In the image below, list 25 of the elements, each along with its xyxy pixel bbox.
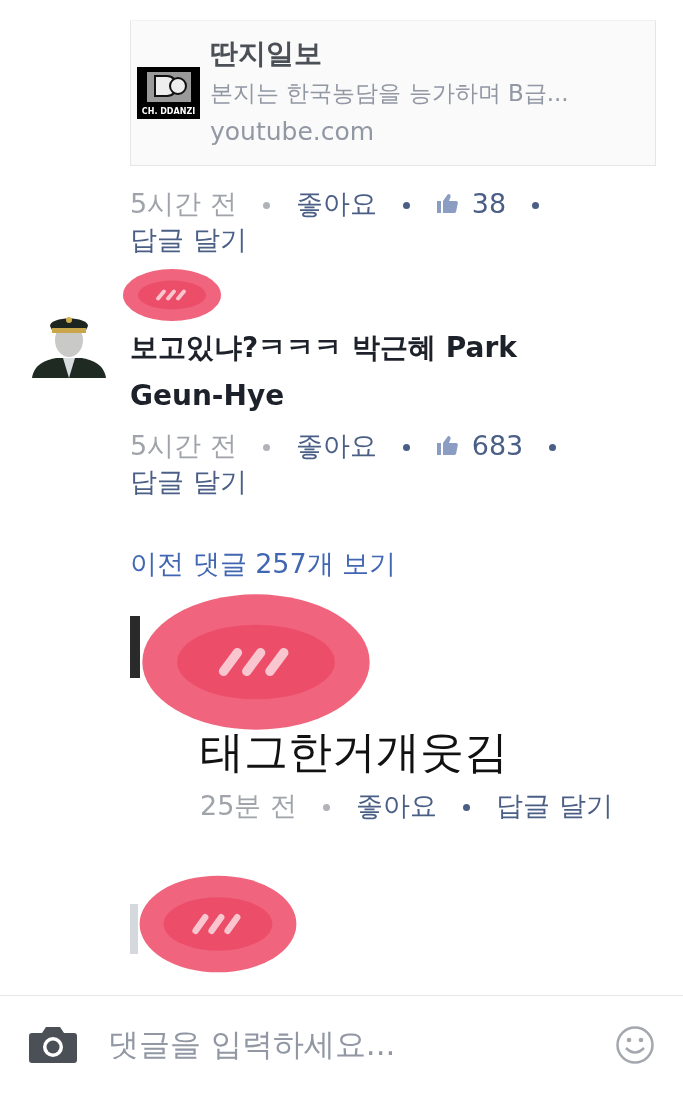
link-domain: youtube.com <box>210 116 376 148</box>
like-link[interactable]: 좋아요 <box>355 790 437 821</box>
timestamp: 25분 전 <box>200 790 297 821</box>
view-more-link[interactable]: 이전 댓글 257개 보기 <box>130 548 397 579</box>
reply-text: 태그한거개웃김 <box>200 725 509 779</box>
like-link[interactable]: 좋아요 <box>295 430 377 461</box>
like-count: 683 <box>435 430 524 461</box>
camera-icon[interactable] <box>28 1024 78 1065</box>
link-description: 본지는 한국농담을 능가하며 B급... <box>210 79 569 108</box>
like-link[interactable]: 좋아요 <box>295 188 377 219</box>
link-preview-card[interactable]: CH. DDANZI 딴지일보 본지는 한국농담을 능가하며 B급... youtube.com <box>130 20 656 166</box>
like-count: 38 <box>435 188 507 219</box>
logo-icon <box>144 70 193 104</box>
comment-input[interactable]: 댓글을 입력하세요... <box>108 1021 585 1068</box>
link-title: 딴지일보 <box>210 36 323 72</box>
reply-link[interactable]: 답글 달기 <box>495 788 613 824</box>
smiley-icon[interactable] <box>615 1024 655 1065</box>
thumbs-up-icon <box>435 435 458 455</box>
comment-text: 보고있냐?ㅋㅋㅋ 박근혜 Park Geun-Hye <box>130 330 518 414</box>
reply-link[interactable]: 답글 달기 <box>130 464 247 500</box>
thumbs-up-icon <box>435 193 458 213</box>
logo-caption: CH. DDANZI <box>141 108 196 116</box>
timestamp: 5시간 전 <box>130 430 237 461</box>
reply-link[interactable]: 답글 달기 <box>130 222 247 258</box>
timestamp: 5시간 전 <box>130 188 237 219</box>
